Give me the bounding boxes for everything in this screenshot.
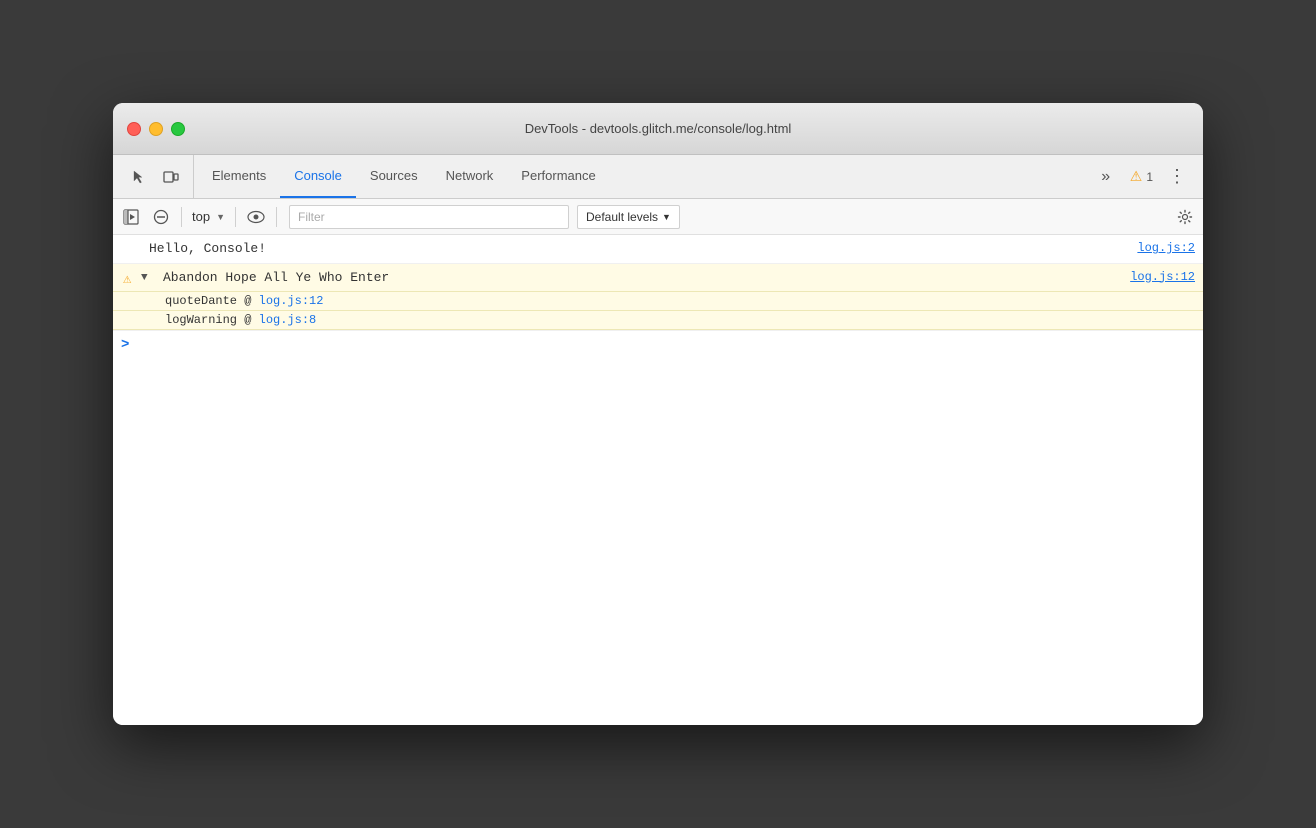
warnings-badge[interactable]: ⚠ 1 [1124,166,1159,187]
tab-elements[interactable]: Elements [198,155,280,198]
stack-link-quoteDante[interactable]: log.js:12 [259,294,324,308]
console-prompt[interactable]: > [113,330,1203,359]
minimize-button[interactable] [149,122,163,136]
devtools-window: DevTools - devtools.glitch.me/console/lo… [113,103,1203,725]
tab-network[interactable]: Network [432,155,508,198]
console-settings-button[interactable] [1171,203,1199,231]
prompt-chevron-icon: > [121,337,129,353]
tab-console[interactable]: Console [280,155,356,198]
log-location-hello[interactable]: log.js:2 [1117,239,1195,257]
log-text-hello: Hello, Console! [149,239,1117,259]
inspect-icon[interactable] [125,163,153,191]
log-levels-button[interactable]: Default levels ▼ [577,205,680,229]
log-text-warning: Abandon Hope All Ye Who Enter [149,268,1110,288]
tabsbar-right: » ⚠ 1 ⋮ [1084,155,1199,198]
log-location-warning[interactable]: log.js:12 [1110,268,1195,286]
toolbar-divider-2 [235,207,236,227]
console-toolbar: top Default levels ▼ [113,199,1203,235]
sidebar-toggle-button[interactable] [117,203,145,231]
stack-fn-logWarning: logWarning @ log.js:8 [165,313,316,327]
toolbar-divider [181,207,182,227]
traffic-lights [127,122,185,136]
tab-sources[interactable]: Sources [356,155,432,198]
stack-entry-quoteDante: quoteDante @ log.js:12 [113,292,1203,311]
log-entry-info: Hello, Console! log.js:2 [113,235,1203,264]
more-options-button[interactable]: ⋮ [1163,163,1191,191]
warning-icon: ⚠ [1130,168,1143,185]
window-title: DevTools - devtools.glitch.me/console/lo… [525,121,792,136]
filter-input[interactable] [289,205,569,229]
watch-expressions-button[interactable] [242,203,270,231]
warning-entry-icon: ⚠ [123,270,131,291]
device-toolbar-icon[interactable] [157,163,185,191]
clear-console-button[interactable] [147,203,175,231]
log-entry-warning: ⚠ ▼ Abandon Hope All Ye Who Enter log.js… [113,264,1203,293]
close-button[interactable] [127,122,141,136]
maximize-button[interactable] [171,122,185,136]
titlebar: DevTools - devtools.glitch.me/console/lo… [113,103,1203,155]
tabsbar: Elements Console Sources Network Perform… [113,155,1203,199]
stack-link-logWarning[interactable]: log.js:8 [259,313,317,327]
toolbar-divider-3 [276,207,277,227]
context-selector[interactable]: top [188,203,229,231]
devtools-icons [117,155,194,198]
stack-fn-quoteDante: quoteDante @ log.js:12 [165,294,323,308]
expand-warning-button[interactable]: ▼ [141,270,148,287]
more-tabs-button[interactable]: » [1092,163,1120,191]
console-content: Hello, Console! log.js:2 ⚠ ▼ Abandon Hop… [113,235,1203,725]
tab-performance[interactable]: Performance [507,155,609,198]
context-chevron-icon [216,211,225,223]
stack-entry-logWarning: logWarning @ log.js:8 [113,311,1203,330]
